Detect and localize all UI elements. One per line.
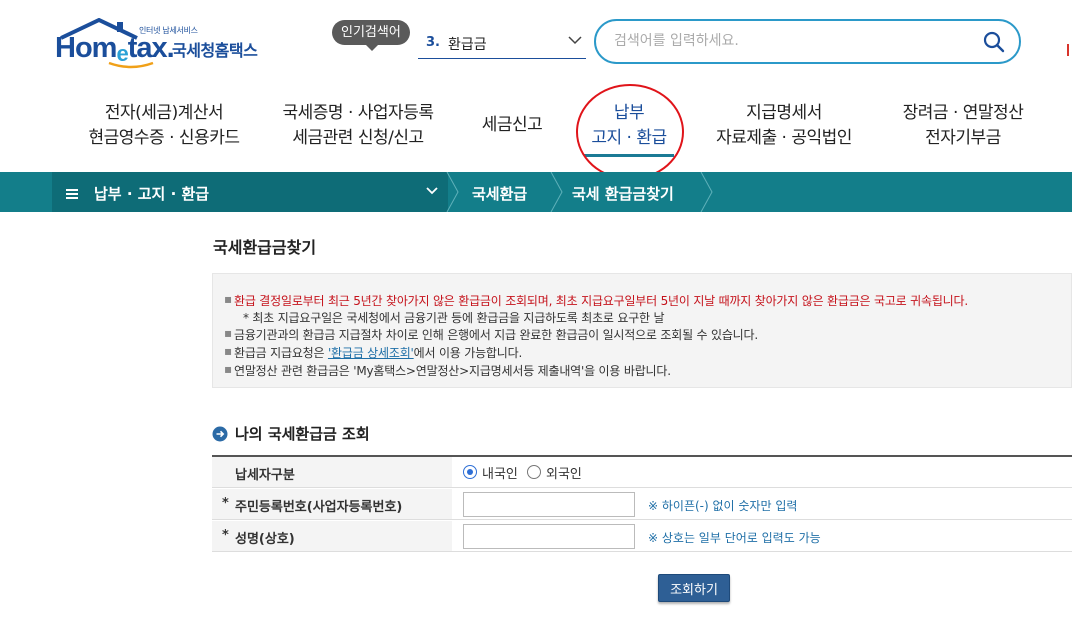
section-title: 나의 국세환급금 조회 (235, 425, 370, 443)
breadcrumb-level2[interactable]: 국세환급 (472, 183, 527, 204)
breadcrumb-level1-label: 납부 · 고지 · 환급 (94, 185, 210, 203)
hamburger-icon[interactable] (66, 185, 78, 204)
name-field[interactable] (463, 524, 635, 549)
logo-swoosh-icon (108, 61, 154, 69)
popular-search-dropdown[interactable]: 3. 환급금 (418, 25, 586, 59)
arrow-circle-icon (212, 426, 228, 442)
breadcrumb-separator-icon (550, 172, 563, 212)
taxpayer-type-row: 납세자구분 내국인 외국인 (212, 457, 1072, 488)
popular-search-badge: 인기검색어 (332, 20, 410, 51)
breadcrumb-separator-icon (700, 172, 713, 212)
search-icon[interactable] (983, 31, 1005, 53)
edge-marker (1067, 44, 1069, 56)
row-label-cell: * 성명(상호) (212, 521, 452, 551)
menu-tax-filing[interactable]: 세금신고 (472, 113, 552, 138)
search-box (594, 19, 1021, 64)
breadcrumb-level1[interactable]: 납부 · 고지 · 환급 (52, 172, 448, 212)
page-title: 국세환급금찾기 (213, 238, 317, 257)
popular-rank: 3. (426, 35, 440, 50)
breadcrumb-separator-icon (446, 172, 459, 212)
menu-certificate[interactable]: 국세증명 · 사업자등록 세금관련 신청/신고 (270, 101, 446, 151)
notice-box: ▪ 환급 결정일로부터 최근 5년간 찾아가지 않은 환급금이 조회되며, 최초 … (212, 273, 1072, 388)
highlight-circle (576, 84, 684, 180)
name-row: * 성명(상호) ※ 상호는 일부 단어로 입력도 가능 (212, 521, 1072, 552)
menu-incentive[interactable]: 장려금 · 연말정산 전자기부금 (888, 101, 1038, 151)
radio-domestic-label[interactable]: 내국인 (482, 463, 518, 482)
radio-domestic[interactable] (463, 465, 477, 479)
search-refund-button[interactable]: 조회하기 (658, 574, 730, 602)
name-hint: ※ 상호는 일부 단어로 입력도 가능 (648, 531, 821, 545)
popular-term: 환급금 (448, 37, 487, 53)
chevron-down-icon (426, 187, 438, 195)
hometax-page: 인터넷 납세서비스 Hometax. 국세청홈택스 인기검색어 3. 환급금 전… (0, 0, 1072, 642)
required-mark: * (222, 496, 229, 511)
hometax-logo[interactable]: 인터넷 납세서비스 Hometax. 국세청홈택스 (55, 18, 275, 70)
menu-payment-statement[interactable]: 지급명세서 자료제출 · 공익법인 (700, 101, 868, 151)
row-label-cell: 납세자구분 (212, 457, 452, 487)
chevron-down-icon (568, 36, 582, 45)
radio-foreign[interactable] (527, 465, 541, 479)
notice-subitem: * 최초 지급요구일은 국세청에서 금융기관 등에 환급금을 지급하도록 최초로… (243, 311, 665, 325)
breadcrumb-level3[interactable]: 국세 환급금찾기 (572, 183, 674, 204)
notice-item: ▪ 환급 결정일로부터 최근 5년간 찾아가지 않은 환급금이 조회되며, 최초 … (224, 292, 968, 308)
id-number-row: * 주민등록번호(사업자등록번호) ※ 하이픈(-) 없이 숫자만 입력 (212, 489, 1072, 520)
id-number-hint: ※ 하이픈(-) 없이 숫자만 입력 (648, 499, 798, 513)
name-label: 성명(상호) (235, 532, 295, 547)
search-input[interactable] (614, 30, 964, 52)
breadcrumb: 납부 · 고지 · 환급 국세환급 국세 환급금찾기 (0, 172, 1072, 212)
row-label-cell: * 주민등록번호(사업자등록번호) (212, 489, 452, 519)
notice-item: ▪ 금융기관과의 환급금 지급절차 차이로 인해 은행에서 지급 완료한 환급금이… (224, 326, 758, 342)
radio-foreign-label[interactable]: 외국인 (546, 463, 582, 482)
notice-item: ▪ 연말정산 관련 환급금은 'My홈택스>연말정산>지급명세서등 제출내역'을 … (224, 362, 671, 378)
required-mark: * (222, 528, 229, 543)
taxpayer-type-label: 납세자구분 (235, 468, 295, 483)
notice-item: ▪ 환급금 지급요청은 '환급금 상세조회'에서 이용 가능합니다. (224, 344, 523, 360)
id-number-label: 주민등록번호(사업자등록번호) (235, 500, 403, 515)
logo-korean-name: 국세청홈택스 (172, 41, 258, 60)
id-number-field[interactable] (463, 492, 635, 517)
refund-detail-link[interactable]: '환급금 상세조회' (328, 346, 414, 360)
menu-e-invoice[interactable]: 전자(세금)계산서 현금영수증 · 신용카드 (72, 101, 256, 151)
